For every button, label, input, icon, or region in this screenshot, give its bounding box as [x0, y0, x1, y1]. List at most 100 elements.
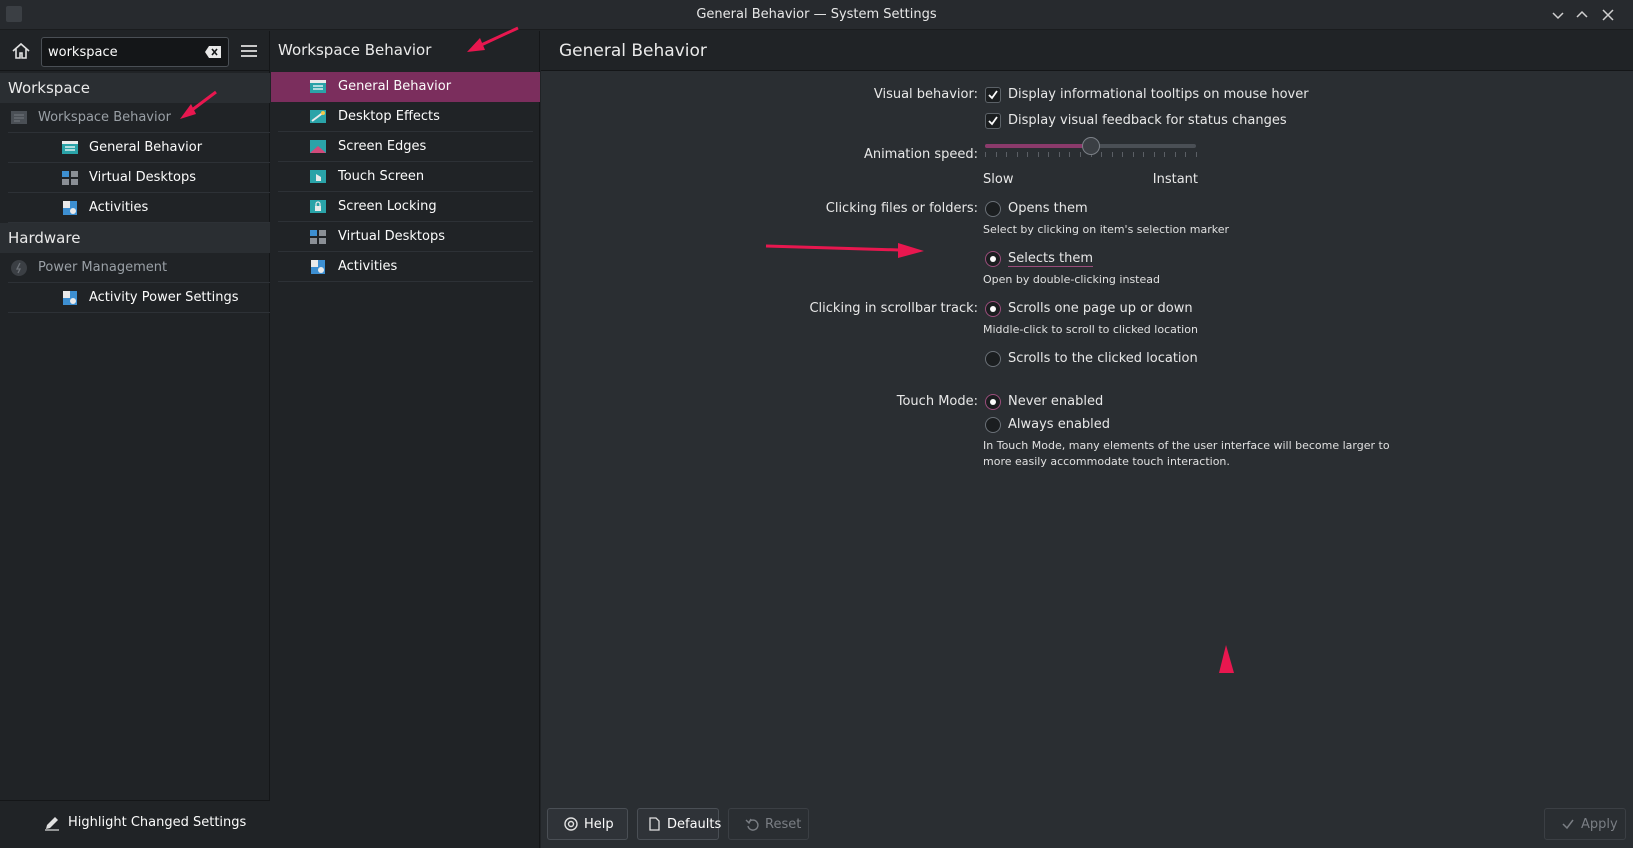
apply-button[interactable]: Apply — [1544, 808, 1626, 840]
maximize-button[interactable] — [1573, 6, 1591, 24]
midpane-item-label: Desktop Effects — [338, 109, 440, 124]
touch-mode-label: Touch Mode: — [896, 394, 978, 409]
home-button[interactable] — [10, 40, 32, 62]
selects-them-radio[interactable] — [985, 251, 1001, 267]
search-row — [0, 31, 270, 71]
highlight-changed-settings-label: Highlight Changed Settings — [68, 815, 247, 830]
slider-tick — [1132, 152, 1134, 157]
close-icon — [1602, 9, 1614, 21]
sidebar-item-general-behavior[interactable]: General Behavior — [8, 133, 270, 163]
status-feedback-option-label[interactable]: Display visual feedback for status chang… — [1008, 113, 1287, 128]
slider-tick — [1101, 152, 1103, 157]
midpane-item-desktop-effects[interactable]: Desktop Effects — [271, 102, 540, 132]
midpane-item-screen-locking[interactable]: Screen Locking — [271, 192, 540, 222]
help-label: Help — [584, 817, 614, 832]
sidebar-item-label: Virtual Desktops — [89, 170, 196, 185]
midpane-item-activities[interactable]: Activities — [271, 252, 540, 282]
checkmark-icon — [1562, 819, 1574, 830]
settings-content: General Behavior Visual behavior: Displa… — [541, 31, 1633, 848]
never-enabled-radio[interactable] — [985, 394, 1001, 410]
reset-button[interactable]: Reset — [728, 808, 809, 840]
midpane-item-label: General Behavior — [338, 79, 452, 94]
slider-tick — [1058, 152, 1060, 157]
opens-them-hint: Select by clicking on item's selection m… — [983, 223, 1229, 236]
midpane-item-general-behavior[interactable]: General Behavior — [271, 72, 540, 102]
slider-tick — [1016, 152, 1018, 157]
close-button[interactable] — [1599, 6, 1617, 24]
search-input[interactable] — [48, 43, 198, 61]
sidebar-item-activities[interactable]: Activities — [8, 193, 270, 223]
category-hardware-header: Hardware — [0, 223, 270, 253]
general-behavior-icon — [309, 78, 327, 96]
hamburger-menu-button[interactable] — [238, 41, 260, 61]
activities-icon — [309, 258, 327, 276]
slider-tick — [1111, 152, 1113, 157]
defaults-label: Defaults — [667, 817, 722, 832]
virtual-desktops-icon — [309, 228, 327, 246]
title-bar: General Behavior — System Settings — [0, 0, 1633, 30]
slider-tick — [1079, 152, 1081, 157]
scroll-one-page-label[interactable]: Scrolls one page up or down — [1008, 301, 1193, 316]
slider-tick — [1185, 152, 1187, 157]
activity-power-icon — [61, 289, 79, 307]
virtual-desktops-icon — [61, 169, 79, 187]
sidebar-item-label: Activities — [89, 200, 149, 215]
never-enabled-label[interactable]: Never enabled — [1008, 394, 1103, 409]
search-field[interactable] — [41, 37, 229, 67]
subcategory-title: Workspace Behavior — [278, 41, 432, 59]
tooltips-checkbox[interactable] — [985, 87, 1001, 103]
sidebar-item-label: General Behavior — [89, 140, 203, 155]
midpane-item-label: Screen Edges — [338, 139, 427, 154]
sidebar-item-label: Activity Power Settings — [89, 290, 239, 305]
workspace-behavior-icon — [10, 109, 28, 127]
midpane-item-virtual-desktops[interactable]: Virtual Desktops — [271, 222, 540, 252]
scroll-one-page-radio[interactable] — [985, 301, 1001, 317]
clear-search-button[interactable] — [204, 44, 222, 60]
slider-tick — [985, 152, 986, 157]
sidebar-item-virtual-desktops[interactable]: Virtual Desktops — [8, 163, 270, 193]
slider-tick — [1174, 152, 1176, 157]
sidebar-item-power-management[interactable]: Power Management — [8, 253, 270, 283]
sidebar-item-workspace-behavior[interactable]: Workspace Behavior — [8, 103, 270, 133]
hamburger-icon — [241, 45, 257, 57]
sidebar: Workspace Workspace Behavior General Beh… — [0, 31, 270, 848]
slider-tick — [1196, 152, 1197, 157]
scroll-to-location-radio[interactable] — [985, 351, 1001, 367]
scroll-one-page-hint: Middle-click to scroll to clicked locati… — [983, 323, 1198, 336]
slider-tick — [1143, 152, 1145, 157]
tooltips-option-label[interactable]: Display informational tooltips on mouse … — [1008, 87, 1309, 102]
window-title: General Behavior — System Settings — [696, 7, 937, 22]
selects-them-label[interactable]: Selects them — [1008, 251, 1094, 267]
animation-speed-slider[interactable] — [983, 136, 1198, 157]
slider-tick — [1153, 152, 1155, 157]
midpane-item-label: Virtual Desktops — [338, 229, 445, 244]
undo-icon — [745, 818, 759, 831]
scrollbar-track-label: Clicking in scrollbar track: — [809, 301, 978, 316]
chevron-down-icon — [1552, 12, 1564, 20]
slider-tick — [1037, 152, 1039, 157]
lock-icon — [309, 198, 327, 216]
always-enabled-label[interactable]: Always enabled — [1008, 417, 1110, 432]
always-enabled-radio[interactable] — [985, 417, 1001, 433]
minimize-button[interactable] — [1549, 6, 1567, 24]
touch-screen-icon — [309, 168, 327, 186]
sidebar-item-label: Workspace Behavior — [38, 110, 171, 125]
opens-them-radio[interactable] — [985, 201, 1001, 217]
slider-min-label: Slow — [983, 172, 1014, 187]
midpane-item-screen-edges[interactable]: Screen Edges — [271, 132, 540, 162]
opens-them-label[interactable]: Opens them — [1008, 201, 1088, 216]
highlight-bar: Highlight Changed Settings — [0, 800, 270, 848]
slider-tick — [1027, 152, 1029, 157]
midpane-item-touch-screen[interactable]: Touch Screen — [271, 162, 540, 192]
slider-handle[interactable] — [1081, 137, 1100, 155]
slider-tick — [1048, 152, 1050, 157]
help-button[interactable]: Help — [547, 808, 628, 840]
sidebar-item-activity-power-settings[interactable]: Activity Power Settings — [8, 283, 270, 313]
reset-label: Reset — [765, 817, 802, 832]
desktop-effects-icon — [309, 108, 327, 126]
status-feedback-checkbox[interactable] — [985, 113, 1001, 129]
help-icon — [564, 817, 578, 831]
slider-tick — [1006, 152, 1008, 157]
defaults-button[interactable]: Defaults — [637, 808, 722, 840]
scroll-to-location-label[interactable]: Scrolls to the clicked location — [1008, 351, 1198, 366]
